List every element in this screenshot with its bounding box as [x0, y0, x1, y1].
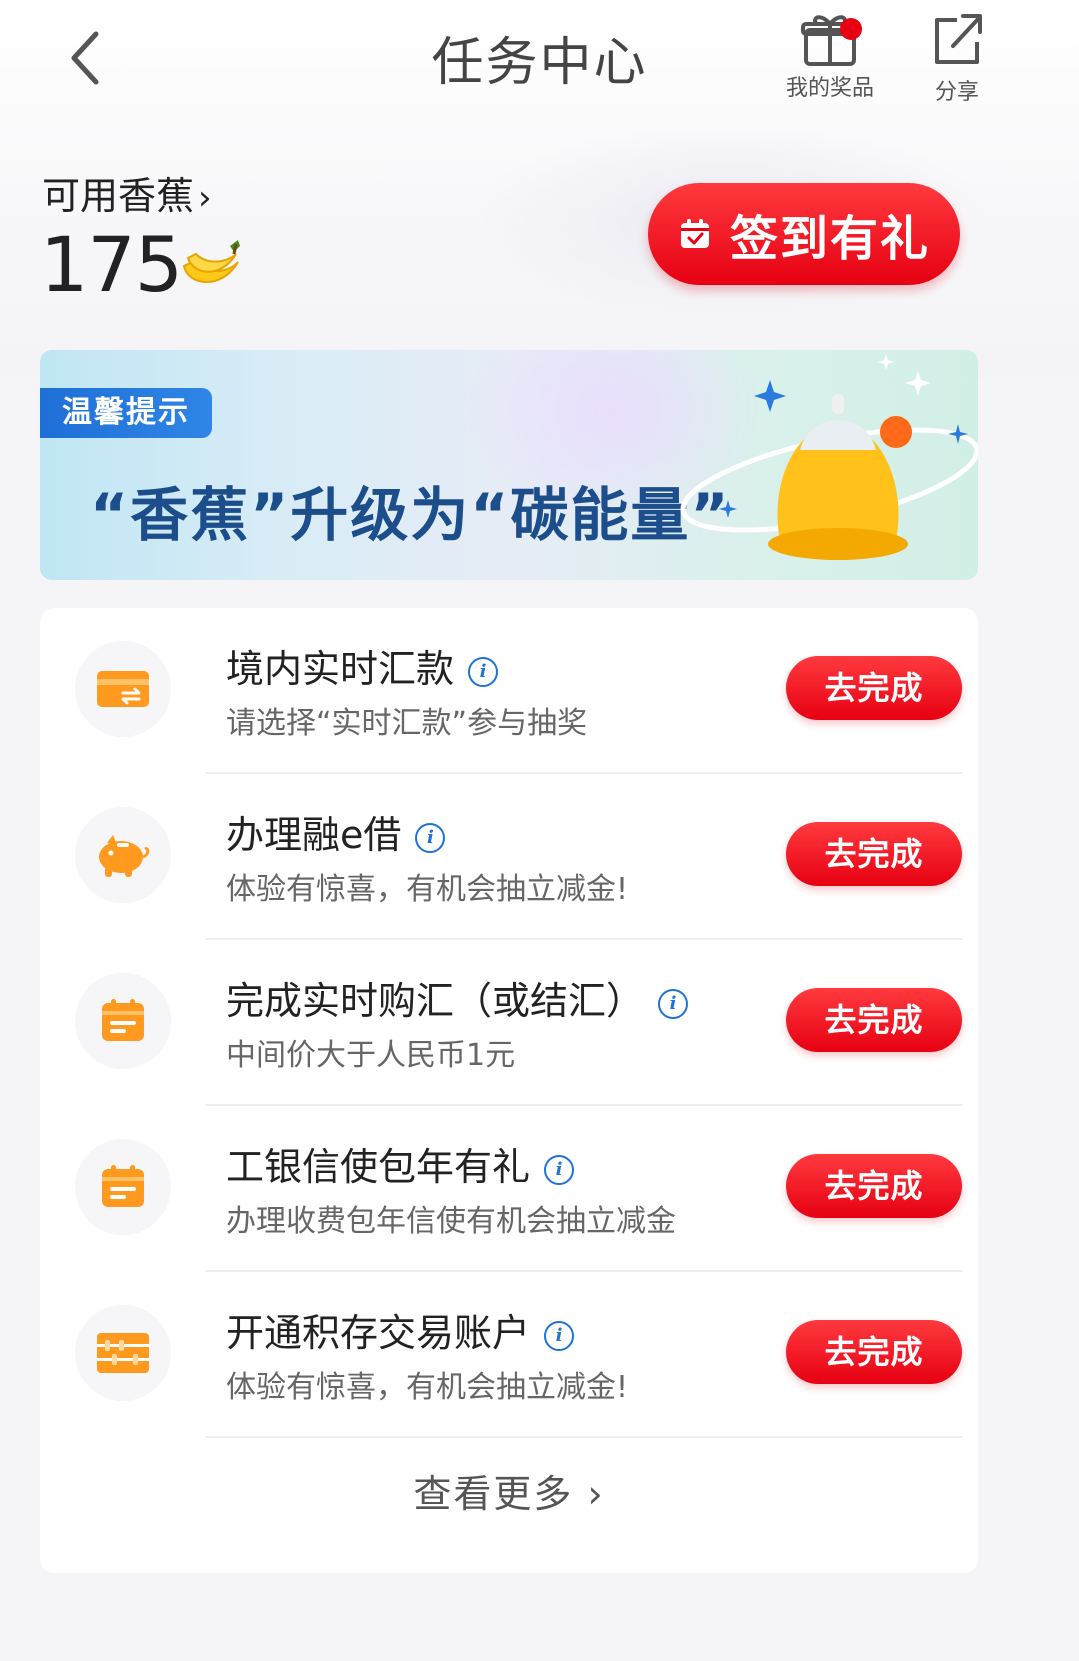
task-item: 工银信使包年有礼 i 办理收费包年信使有机会抽立减金 去完成: [40, 1106, 978, 1272]
card-transfer-icon: [97, 671, 149, 707]
task-title-text: 境内实时汇款: [226, 647, 455, 691]
bell-illustration-icon: [680, 354, 978, 560]
calendar-icon: [102, 999, 144, 1041]
task-title: 开通积存交易账户 i: [226, 1302, 575, 1357]
complete-task-button[interactable]: 去完成: [786, 988, 962, 1052]
task-item: 完成实时购汇（或结汇） i 中间价大于人民币1元 去完成: [40, 940, 978, 1106]
calendar-check-icon: [680, 219, 709, 248]
info-icon[interactable]: i: [658, 988, 689, 1019]
task-item: 境内实时汇款 i 请选择“实时汇款”参与抽奖 去完成: [40, 608, 978, 774]
piggy-bank-icon: [99, 835, 150, 877]
banner-text: “香蕉”升级为“碳能量”: [90, 481, 731, 549]
task-icon-container: [75, 641, 171, 737]
available-bananas-link[interactable]: 可用香蕉 ›: [42, 165, 212, 220]
task-description: 体验有惊喜，有机会抽立减金!: [226, 872, 629, 907]
task-title: 完成实时购汇（或结汇） i: [226, 970, 689, 1025]
abacus-icon: [97, 1333, 149, 1373]
task-description: 中间价大于人民币1元: [226, 1038, 516, 1073]
complete-task-button[interactable]: 去完成: [786, 822, 962, 886]
task-icon-container: [75, 973, 171, 1069]
notification-dot: [840, 18, 862, 40]
share-label: 分享: [934, 80, 979, 105]
info-icon[interactable]: i: [544, 1320, 575, 1351]
info-icon[interactable]: i: [544, 1154, 575, 1185]
my-prizes-label: 我的奖品: [785, 76, 874, 101]
complete-task-button[interactable]: 去完成: [786, 1154, 962, 1218]
balance-value: 175: [40, 220, 183, 309]
chevron-right-icon: ›: [198, 178, 212, 218]
calendar-icon: [102, 1165, 144, 1207]
task-title-text: 办理融e借: [226, 813, 402, 857]
task-icon-container: [75, 1305, 171, 1401]
chevron-right-icon: ›: [573, 1472, 605, 1516]
my-prizes-button[interactable]: 我的奖品: [770, 10, 890, 102]
task-title: 工银信使包年有礼 i: [226, 1136, 575, 1191]
share-icon: [935, 14, 982, 64]
task-icon-container: [75, 1139, 171, 1235]
task-item: 办理融e借 i 体验有惊喜，有机会抽立减金! 去完成: [40, 774, 978, 940]
info-icon[interactable]: i: [415, 822, 446, 853]
task-list-card: 境内实时汇款 i 请选择“实时汇款”参与抽奖 去完成 办理融e借 i 体验有惊喜，有…: [40, 608, 978, 1573]
banana-icon: [182, 240, 240, 283]
task-title: 境内实时汇款 i: [226, 638, 499, 693]
task-title: 办理融e借 i: [226, 804, 446, 859]
check-in-button[interactable]: 签到有礼: [648, 183, 960, 285]
notice-banner[interactable]: 温馨提示 “香蕉”升级为“碳能量”: [40, 350, 978, 580]
task-title-text: 完成实时购汇（或结汇）: [226, 979, 645, 1023]
task-description: 请选择“实时汇款”参与抽奖: [226, 706, 588, 741]
task-title-text: 开通积存交易账户: [226, 1311, 531, 1355]
balance-label: 可用香蕉: [42, 174, 195, 218]
banner-tag: 温馨提示: [40, 388, 212, 438]
share-button[interactable]: 分享: [912, 10, 1002, 106]
divider: [205, 1436, 963, 1438]
view-more-label: 查看更多: [413, 1472, 574, 1516]
task-description: 办理收费包年信使有机会抽立减金: [226, 1204, 676, 1239]
task-title-text: 工银信使包年有礼: [226, 1145, 531, 1189]
check-in-label: 签到有礼: [729, 211, 930, 267]
top-bar: 任务中心 我的奖品 分享: [0, 0, 1079, 120]
complete-task-button[interactable]: 去完成: [786, 656, 962, 720]
view-more-link[interactable]: 查看更多 ›: [40, 1463, 978, 1518]
task-description: 体验有惊喜，有机会抽立减金!: [226, 1370, 629, 1405]
task-icon-container: [75, 807, 171, 903]
task-item: 开通积存交易账户 i 体验有惊喜，有机会抽立减金! 去完成: [40, 1272, 978, 1438]
info-icon[interactable]: i: [468, 656, 499, 687]
complete-task-button[interactable]: 去完成: [786, 1320, 962, 1384]
